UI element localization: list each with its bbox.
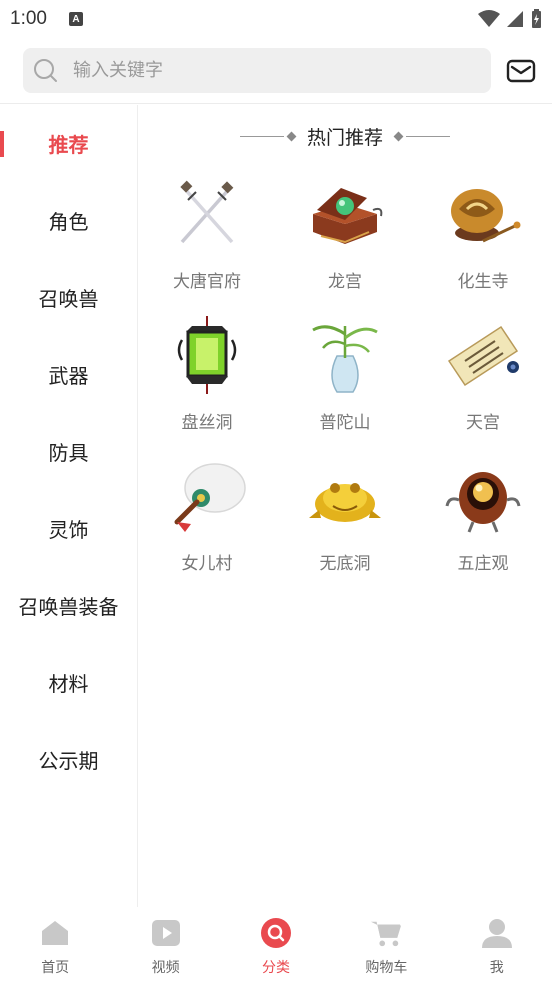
sidebar-item-label: 公示期 <box>38 749 99 773</box>
grid-item-label: 天宫 <box>466 413 500 433</box>
sidebar-item-publicity[interactable]: 公示期 <box>0 721 137 798</box>
battery-icon <box>532 9 541 28</box>
grid-item-label: 普陀山 <box>319 413 371 433</box>
search-icon <box>34 58 57 82</box>
grid-item-label: 大唐官府 <box>173 272 241 292</box>
sidebar-item-summon[interactable]: 召唤兽 <box>0 259 137 336</box>
header <box>0 38 552 104</box>
search-input[interactable] <box>73 60 453 81</box>
grid-item-pansidong[interactable]: 盘丝洞 <box>138 316 276 449</box>
grid-item-label: 龙宫 <box>328 272 362 292</box>
video-icon <box>150 917 182 949</box>
sidebar-item-materials[interactable]: 材料 <box>0 644 137 721</box>
crossed-swords-icon <box>167 175 247 255</box>
status-icons <box>478 9 542 29</box>
grid-item-wuzhuangguan[interactable]: 五庄观 <box>414 457 552 590</box>
sidebar-item-label: 召唤兽装备 <box>18 595 119 619</box>
profile-icon <box>481 917 513 949</box>
sidebar-item-label: 防具 <box>48 441 89 465</box>
grid-item-datang[interactable]: 大唐官府 <box>138 175 276 308</box>
nav-label: 视频 <box>151 960 180 976</box>
jewel-box-icon <box>305 175 385 255</box>
grid-item-label: 盘丝洞 <box>181 413 233 433</box>
grid-item-label: 化生寺 <box>457 272 509 292</box>
sidebar-item-weapon[interactable]: 武器 <box>0 336 137 413</box>
green-lantern-icon <box>167 316 247 396</box>
grid-item-label: 五庄观 <box>457 554 509 574</box>
bottom-nav: 首页 视频 分类 购物车 我 <box>0 907 552 983</box>
golden-toad-icon <box>305 457 385 537</box>
grid-item-putuoshan[interactable]: 普陀山 <box>276 316 414 449</box>
sidebar-item-recommend[interactable]: 推荐 <box>0 105 137 182</box>
wooden-fish-icon <box>443 175 523 255</box>
title-decoration-right <box>391 131 450 142</box>
sidebar-item-label: 材料 <box>48 672 89 696</box>
nav-cart[interactable]: 购物车 <box>331 907 441 983</box>
nav-label: 我 <box>489 960 504 976</box>
scroll-icon <box>443 316 523 396</box>
signal-icon <box>507 11 523 27</box>
status-bar: 1:00 A <box>0 0 552 38</box>
sidebar-item-label: 推荐 <box>48 133 89 157</box>
search-box[interactable] <box>23 48 491 93</box>
wifi-icon <box>478 10 500 27</box>
nav-profile[interactable]: 我 <box>442 907 552 983</box>
message-button[interactable] <box>506 58 536 84</box>
nav-label: 首页 <box>41 960 70 976</box>
grid-item-longgong[interactable]: 龙宫 <box>276 175 414 308</box>
status-time: 1:00 <box>10 8 47 29</box>
nav-home[interactable]: 首页 <box>0 907 110 983</box>
home-icon <box>39 917 71 949</box>
sidebar-item-label: 召唤兽 <box>38 287 99 311</box>
category-sidebar: 推荐 角色 召唤兽 武器 防具 灵饰 召唤兽装备 材料 公示期 <box>0 105 138 907</box>
grid-item-huashengsi[interactable]: 化生寺 <box>414 175 552 308</box>
gourd-pearl-icon <box>443 457 523 537</box>
grid-item-label: 女儿村 <box>181 554 233 574</box>
grid-item-tiangong[interactable]: 天宫 <box>414 316 552 449</box>
content-panel: 热门推荐 大唐官府 龙宫 化生寺 盘丝洞 普陀山 天宫 女儿村 无底洞 五庄观 <box>138 105 552 907</box>
section-title: 热门推荐 <box>306 127 383 149</box>
sidebar-item-armor[interactable]: 防具 <box>0 413 137 490</box>
sidebar-item-accessory[interactable]: 灵饰 <box>0 490 137 567</box>
grid-item-nuercun[interactable]: 女儿村 <box>138 457 276 590</box>
sidebar-item-summon-equipment[interactable]: 召唤兽装备 <box>0 567 137 644</box>
grid-item-label: 无底洞 <box>319 554 371 574</box>
section-header: 热门推荐 <box>138 123 552 150</box>
willow-vase-icon <box>305 316 385 396</box>
nav-video[interactable]: 视频 <box>110 907 220 983</box>
sidebar-item-character[interactable]: 角色 <box>0 182 137 259</box>
title-decoration-left <box>239 131 299 142</box>
nav-label: 分类 <box>261 960 290 976</box>
sidebar-item-label: 角色 <box>48 210 89 234</box>
cart-icon <box>370 917 402 949</box>
nav-label: 购物车 <box>365 960 408 976</box>
feather-fan-icon <box>167 457 247 537</box>
recommend-grid: 大唐官府 龙宫 化生寺 盘丝洞 普陀山 天宫 女儿村 无底洞 五庄观 <box>138 175 552 590</box>
mail-icon <box>506 59 536 83</box>
sidebar-item-label: 武器 <box>48 364 89 388</box>
category-search-icon <box>260 917 292 949</box>
notification-a-icon: A <box>68 12 83 26</box>
grid-item-wudidong[interactable]: 无底洞 <box>276 457 414 590</box>
nav-category[interactable]: 分类 <box>221 907 331 983</box>
sidebar-item-label: 灵饰 <box>48 518 89 542</box>
